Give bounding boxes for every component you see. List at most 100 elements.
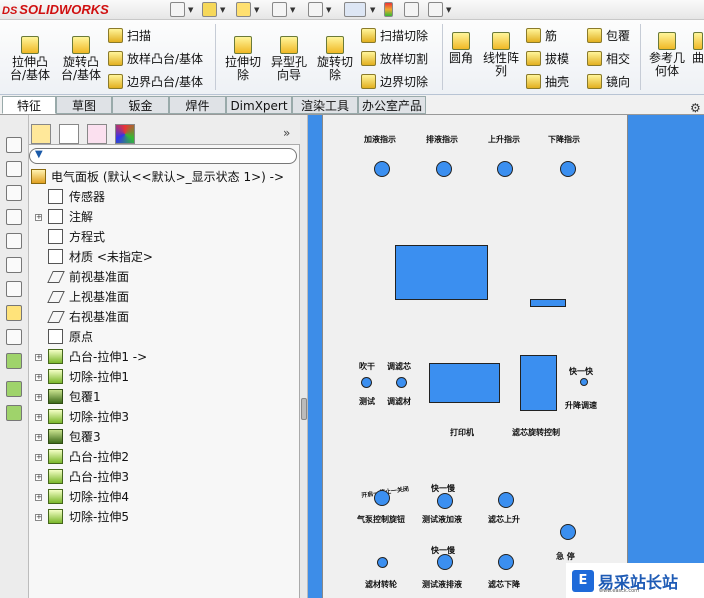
tab-dimxpert[interactable]: DimXpert (226, 96, 292, 114)
tab-sheet-metal[interactable]: 钣金 (112, 96, 169, 114)
undo-icon[interactable] (308, 2, 323, 17)
tree-item[interactable]: + 注解 (29, 207, 300, 227)
reference-geometry-button[interactable]: 参考几 何体 (646, 32, 688, 78)
tree-item[interactable]: + 凸台-拉伸3 (29, 467, 300, 487)
test-liquid-drain-knob[interactable] (437, 554, 453, 570)
tree-item[interactable]: 原点 (29, 327, 300, 347)
tree-item[interactable]: + 包覆1 (29, 387, 300, 407)
hole-wizard-button[interactable]: 异型孔 向导 (267, 36, 311, 82)
swept-cut-button[interactable]: 扫描切除 (361, 24, 428, 46)
feature-icon[interactable] (6, 381, 22, 397)
down-indicator-lamp[interactable] (560, 161, 576, 177)
tree-item[interactable]: 传感器 (29, 187, 300, 207)
tree-item[interactable]: 右视基准面 (29, 307, 300, 327)
expand-toggle-icon[interactable]: + (35, 434, 42, 441)
expand-toggle-icon[interactable]: + (35, 454, 42, 461)
display-screen[interactable] (395, 245, 488, 300)
expand-toggle-icon[interactable]: + (35, 494, 42, 501)
filter-rotate-display[interactable] (520, 355, 557, 411)
expand-icon[interactable]: » (283, 126, 290, 140)
boundary-cut-button[interactable]: 边界切除 (361, 70, 428, 92)
chevron-down-icon[interactable]: ▼ (254, 6, 259, 14)
emergency-stop-button[interactable] (560, 524, 576, 540)
tree-item[interactable]: + 包覆3 (29, 427, 300, 447)
dimension-icon[interactable] (6, 329, 22, 345)
tree-item[interactable]: + 切除-拉伸3 (29, 407, 300, 427)
feature-icon[interactable] (6, 405, 22, 421)
expand-toggle-icon[interactable]: + (35, 374, 42, 381)
configuration-manager-tab[interactable] (87, 124, 107, 144)
printer-slot[interactable] (429, 363, 500, 403)
tab-render-tools[interactable]: 渲染工具 (292, 96, 358, 114)
options-icon[interactable] (428, 2, 443, 17)
lift-speed-knob[interactable] (580, 378, 588, 386)
adjust-filter-button[interactable] (396, 377, 407, 388)
cube-view-icon[interactable] (6, 137, 22, 153)
material-rotate-button[interactable] (377, 557, 388, 568)
shell-button[interactable]: 抽壳 (526, 70, 569, 92)
cube-view-icon[interactable] (6, 161, 22, 177)
expand-toggle-icon[interactable]: + (35, 514, 42, 521)
tree-item[interactable]: 前视基准面 (29, 267, 300, 287)
chevron-down-icon[interactable]: ▼ (370, 6, 375, 14)
curves-button[interactable]: 曲 (692, 32, 704, 65)
print-icon[interactable] (272, 2, 287, 17)
filter-down-button[interactable] (498, 554, 514, 570)
cube-view-icon[interactable] (6, 281, 22, 297)
intersect-button[interactable]: 相交 (587, 47, 630, 69)
boundary-boss-button[interactable]: 边界凸台/基体 (108, 70, 203, 92)
collapse-handle[interactable] (301, 398, 307, 420)
tree-item[interactable]: + 凸台-拉伸2 (29, 447, 300, 467)
chevron-down-icon[interactable]: ▼ (290, 6, 295, 14)
cube-view-icon[interactable] (6, 185, 22, 201)
tab-sketch[interactable]: 草图 (56, 96, 112, 114)
tree-item[interactable]: + 凸台-拉伸1 -> (29, 347, 300, 367)
chevron-down-icon[interactable]: ▼ (220, 6, 225, 14)
lofted-cut-button[interactable]: 放样切割 (361, 47, 428, 69)
fillet-button[interactable]: 圆角 (446, 32, 476, 65)
drain-indicator-lamp[interactable] (436, 161, 452, 177)
tab-office-products[interactable]: 办公室产品 (358, 96, 426, 114)
property-manager-tab[interactable] (59, 124, 79, 144)
chevron-down-icon[interactable]: ▼ (188, 6, 193, 14)
chevron-down-icon[interactable]: ▼ (326, 6, 331, 14)
tree-root-part[interactable]: 电气面板 (默认<<默认>_显示状态 1>) -> (29, 167, 300, 187)
extrude-boss-button[interactable]: 拉伸凸 台/基体 (8, 36, 52, 82)
air-pump-knob[interactable] (374, 490, 390, 506)
slot-cutout[interactable] (530, 299, 566, 307)
warning-icon[interactable] (236, 2, 251, 17)
open-folder-icon[interactable] (202, 2, 217, 17)
revolve-cut-button[interactable]: 旋转切 除 (314, 36, 356, 82)
test-liquid-add-knob[interactable] (437, 493, 453, 509)
mirror-button[interactable]: 镜向 (587, 70, 630, 92)
expand-toggle-icon[interactable]: + (35, 414, 42, 421)
rebuild-icon[interactable] (384, 2, 393, 17)
extrude-cut-button[interactable]: 拉伸切 除 (222, 36, 264, 82)
rib-button[interactable]: 筋 (526, 24, 557, 46)
sketch-icon[interactable] (6, 305, 22, 321)
cube-view-icon[interactable] (6, 257, 22, 273)
file-properties-icon[interactable] (404, 2, 419, 17)
chevron-down-icon[interactable]: ▼ (446, 6, 451, 14)
tab-weldments[interactable]: 焊件 (169, 96, 226, 114)
tree-item[interactable]: + 切除-拉伸4 (29, 487, 300, 507)
new-document-icon[interactable] (170, 2, 185, 17)
blow-dry-button[interactable] (361, 377, 372, 388)
draft-button[interactable]: 拔模 (526, 47, 569, 69)
filter-up-button[interactable] (498, 492, 514, 508)
tree-item[interactable]: 材质 <未指定> (29, 247, 300, 267)
feature-manager-tab[interactable] (31, 124, 51, 144)
view-settings-icon[interactable]: ⚙ (690, 101, 701, 115)
electrical-panel-model[interactable]: 加液指示 排液指示 上升指示 下降指示 吹干 调滤芯 测试 调滤材 打印机 滤芯… (322, 115, 628, 598)
loft-boss-button[interactable]: 放样凸台/基体 (108, 47, 203, 69)
tree-item[interactable]: 方程式 (29, 227, 300, 247)
relations-icon[interactable] (6, 353, 22, 369)
tree-filter-input[interactable]: ▼ (29, 148, 297, 164)
linear-pattern-button[interactable]: 线性阵 列 (480, 32, 522, 78)
tab-features[interactable]: 特征 (2, 96, 56, 114)
wrap-button[interactable]: 包覆 (587, 24, 630, 46)
fill-indicator-lamp[interactable] (374, 161, 390, 177)
revolve-boss-button[interactable]: 旋转凸 台/基体 (57, 36, 105, 82)
sweep-button[interactable]: 扫描 (108, 24, 151, 46)
up-indicator-lamp[interactable] (497, 161, 513, 177)
